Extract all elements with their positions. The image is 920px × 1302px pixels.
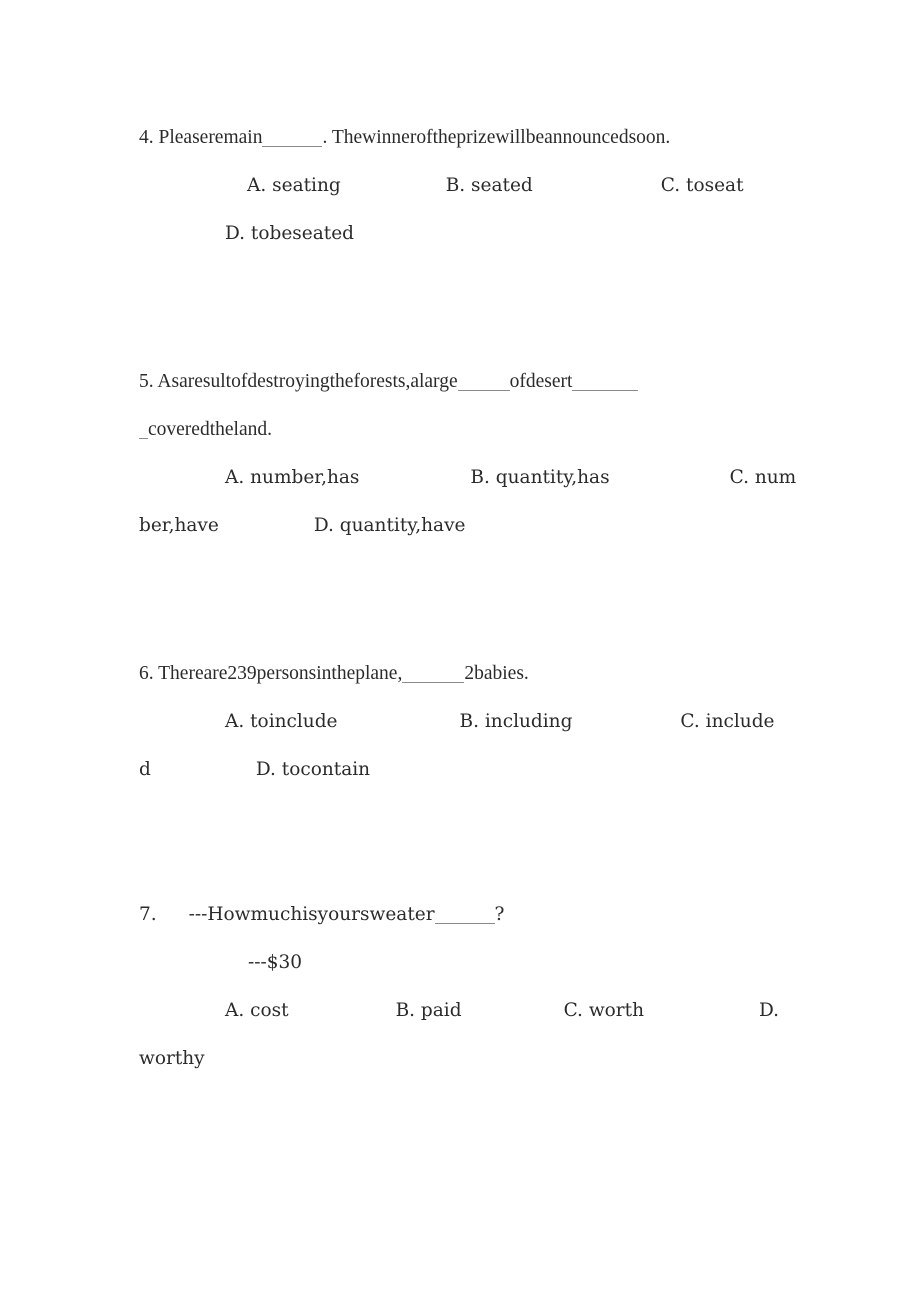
question-4-option-a[interactable]: A. seating — [247, 175, 341, 196]
question-7-option-a[interactable]: A. cost — [225, 1000, 289, 1021]
question-5-blank-2-continued[interactable] — [139, 416, 148, 439]
question-5-blank-2[interactable] — [572, 368, 639, 391]
question-5-option-c-partial[interactable]: C. num — [730, 467, 797, 488]
question-5-blank-1[interactable] — [457, 368, 510, 391]
question-block-5: 5. Asaresultofdestroyingtheforests,alarg… — [139, 358, 796, 550]
question-6-option-d[interactable]: D. tocontain — [256, 759, 370, 780]
question-4-option-c[interactable]: C. toseat — [661, 175, 744, 196]
question-6-options-row-2: d D. tocontain — [139, 746, 780, 794]
question-6-stem: 6. Thereare239personsintheplane, 2babies. — [139, 650, 780, 698]
question-5-options-row-1: A. number,has B. quantity,has C. num — [139, 454, 796, 502]
question-7-option-b[interactable]: B. paid — [396, 1000, 462, 1021]
question-5-option-d[interactable]: D. quantity,have — [314, 515, 466, 536]
question-4-stem-before-blank: 4. Pleaseremain — [139, 127, 263, 148]
question-block-7: 7. ---Howmuchisyoursweater? ---$30 A. cos… — [139, 891, 780, 1083]
question-block-6: 6. Thereare239personsintheplane, 2babies.… — [139, 650, 780, 794]
question-5-stem-wrapped: coveredtheland. — [139, 406, 780, 454]
question-5-options-row-2: ber,have D. quantity,have — [139, 502, 780, 550]
question-4-options-row-1: A. seating B. seated C. toseat — [139, 162, 780, 210]
question-7-option-d-partial[interactable]: D. — [759, 1000, 779, 1021]
question-5-stem-part-2: ofdesert — [509, 371, 573, 392]
question-7-number: 7. — [139, 904, 157, 925]
question-7-option-d-continued[interactable]: worthy — [139, 1048, 205, 1069]
worksheet-page: 4. Pleaseremain . Thewinneroftheprizewill… — [0, 0, 920, 1302]
question-7-options-row-2: worthy — [139, 1035, 780, 1083]
question-6-stem-after-blank: 2babies. — [464, 663, 529, 684]
question-7-answer-text: ---$30 — [248, 952, 303, 973]
question-4-stem-after-blank: . Thewinneroftheprizewillbeannouncedsoon… — [322, 127, 671, 148]
question-5-stem: 5. Asaresultofdestroyingtheforests,alarg… — [139, 358, 780, 406]
question-7-stem-after-blank: ? — [494, 904, 505, 925]
question-6-option-c-partial[interactable]: C. include — [680, 711, 774, 732]
question-4-option-d[interactable]: D. tobeseated — [225, 223, 354, 244]
question-4-option-b[interactable]: B. seated — [446, 175, 533, 196]
question-5-stem-wrapped-text: coveredtheland. — [148, 419, 272, 440]
question-7-blank[interactable] — [434, 901, 495, 924]
question-5-option-c-continued[interactable]: ber,have — [139, 515, 219, 536]
question-6-option-c-continued[interactable]: d — [139, 759, 151, 780]
question-5-stem-part-1: 5. Asaresultofdestroyingtheforests,alarg… — [139, 371, 458, 392]
question-4-options-row-2: D. tobeseated — [139, 210, 780, 258]
question-6-option-b[interactable]: B. including — [460, 711, 573, 732]
question-5-option-b[interactable]: B. quantity,has — [470, 467, 609, 488]
question-4-stem: 4. Pleaseremain . Thewinneroftheprizewill… — [139, 114, 780, 162]
question-7-options-row-1: A. cost B. paid C. worth D. — [139, 987, 780, 1035]
question-6-option-a[interactable]: A. toinclude — [225, 711, 338, 732]
question-6-options-row-1: A. toinclude B. including C. include — [139, 698, 780, 746]
question-7-answer-line: ---$30 — [139, 939, 780, 987]
question-7-stem: 7. ---Howmuchisyoursweater? — [139, 891, 780, 939]
question-4-blank[interactable] — [262, 124, 323, 147]
question-7-option-c[interactable]: C. worth — [564, 1000, 644, 1021]
question-5-option-a[interactable]: A. number,has — [225, 467, 359, 488]
question-7-stem-before-blank: ---Howmuchisyoursweater — [188, 904, 435, 925]
question-6-blank[interactable] — [402, 660, 465, 683]
question-block-4: 4. Pleaseremain . Thewinneroftheprizewill… — [139, 114, 780, 258]
question-6-stem-before-blank: 6. Thereare239personsintheplane, — [139, 663, 403, 684]
